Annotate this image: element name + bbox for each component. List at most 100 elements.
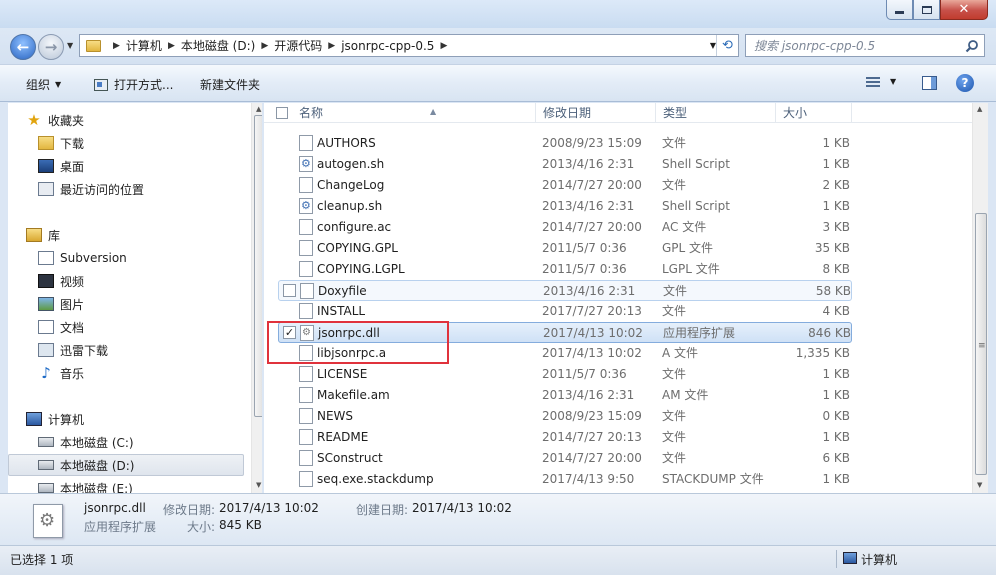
file-date: 2011/5/7 0:36: [542, 262, 627, 276]
file-row[interactable]: NEWS 2008/9/23 15:09 文件 0 KB: [278, 406, 851, 427]
forward-arrow-icon: →: [44, 38, 58, 56]
file-size: 1 KB: [822, 136, 850, 150]
scroll-down-icon[interactable]: ▼: [256, 481, 261, 489]
preview-pane-icon[interactable]: [922, 76, 937, 90]
new-folder-button[interactable]: 新建文件夹: [200, 76, 260, 93]
search-icon[interactable]: [965, 39, 979, 53]
search-input[interactable]: 搜索 jsonrpc-cpp-0.5: [745, 34, 985, 57]
file-type: 应用程序扩展: [663, 326, 736, 340]
chevron-right-icon[interactable]: ▶: [168, 41, 175, 51]
nav-music[interactable]: ♪ 音乐: [38, 362, 262, 384]
scroll-down-icon[interactable]: ▼: [977, 481, 982, 489]
file-row[interactable]: configure.ac 2014/7/27 20:00 AC 文件 3 KB: [278, 217, 851, 238]
help-button[interactable]: ?: [956, 74, 974, 92]
file-list-scrollbar[interactable]: ▲ ≡ ▼: [972, 103, 988, 493]
address-bar[interactable]: ▶ 计算机 ▶ 本地磁盘 (D:) ▶ 开源代码 ▶ jsonrpc-cpp-0…: [79, 34, 739, 57]
xunlei-download-icon: [38, 343, 54, 357]
file-date: 2008/9/23 15:09: [542, 136, 642, 150]
row-checkbox[interactable]: [283, 284, 296, 297]
nav-xunlei-downloads[interactable]: 迅雷下载: [38, 339, 262, 361]
nav-favorites[interactable]: ★ 收藏夹: [26, 109, 262, 131]
file-row[interactable]: INSTALL 2017/7/27 20:13 文件 4 KB: [278, 301, 851, 322]
chevron-right-icon[interactable]: ▶: [113, 41, 120, 51]
nav-recent-places[interactable]: 最近访问的位置: [38, 178, 262, 200]
nav-drive-c[interactable]: 本地磁盘 (C:): [38, 431, 262, 453]
file-row[interactable]: README 2014/7/27 20:13 文件 1 KB: [278, 427, 851, 448]
nav-subversion[interactable]: Subversion: [38, 247, 262, 269]
breadcrumb-jsonrpc[interactable]: jsonrpc-cpp-0.5: [341, 39, 434, 53]
column-type[interactable]: 类型: [656, 103, 776, 123]
file-type: Shell Script: [662, 199, 730, 213]
back-arrow-icon: ←: [16, 38, 30, 56]
file-row[interactable]: Doxyfile 2013/4/16 2:31 文件 58 KB: [278, 280, 852, 301]
scrollbar-thumb[interactable]: [254, 115, 262, 417]
chevron-right-icon[interactable]: ▶: [261, 41, 268, 51]
maximize-button[interactable]: [913, 0, 940, 20]
file-row[interactable]: seq.exe.stackdump 2017/4/13 9:50 STACKDUMP…: [278, 469, 851, 490]
breadcrumb-computer[interactable]: 计算机: [126, 37, 162, 54]
nav-drive-d[interactable]: 本地磁盘 (D:): [8, 454, 244, 476]
column-size[interactable]: 大小: [776, 103, 852, 123]
file-row[interactable]: cleanup.sh 2013/4/16 2:31 Shell Script 1 KB: [278, 196, 851, 217]
nav-pane-scrollbar[interactable]: ▲ ▼: [251, 103, 262, 493]
open-with-label: 打开方式...: [114, 78, 174, 92]
file-icon: [299, 345, 313, 361]
change-view-icon[interactable]: [866, 77, 880, 89]
file-type: LGPL 文件: [662, 262, 720, 276]
column-date[interactable]: 修改日期: [536, 103, 656, 123]
open-with-button[interactable]: 打开方式...: [94, 76, 173, 93]
nav-libraries[interactable]: 库: [26, 224, 262, 246]
back-button[interactable]: ←: [10, 34, 36, 60]
nav-label: 图片: [60, 297, 85, 312]
file-size: 1,335 KB: [795, 346, 850, 360]
command-bar: 组织 ▼ 打开方式... 新建文件夹 ▼ ?: [0, 64, 996, 102]
file-name: README: [317, 430, 369, 444]
scroll-up-icon[interactable]: ▲: [977, 105, 982, 113]
organize-button[interactable]: 组织 ▼: [26, 76, 61, 93]
nav-desktop[interactable]: 桌面: [38, 155, 262, 177]
nav-computer[interactable]: 计算机: [26, 408, 262, 430]
recent-pages-dropdown[interactable]: ▼: [67, 41, 73, 50]
scroll-up-icon[interactable]: ▲: [256, 105, 261, 113]
nav-drive-e[interactable]: 本地磁盘 (E:): [38, 477, 262, 493]
nav-label: 视频: [60, 274, 85, 289]
file-row[interactable]: ChangeLog 2014/7/27 20:00 文件 2 KB: [278, 175, 851, 196]
file-name: jsonrpc.dll: [318, 326, 380, 340]
row-checkbox[interactable]: ✓: [283, 326, 296, 339]
nav-documents[interactable]: 文档: [38, 316, 262, 338]
file-row[interactable]: Makefile.am 2013/4/16 2:31 AM 文件 1 KB: [278, 385, 851, 406]
file-row[interactable]: AUTHORS 2008/9/23 15:09 文件 1 KB: [278, 133, 851, 154]
file-size: 3 KB: [822, 220, 850, 234]
minimize-button[interactable]: [886, 0, 913, 20]
file-row[interactable]: autogen.sh 2013/4/16 2:31 Shell Script 1 KB: [278, 154, 851, 175]
nav-pictures[interactable]: 图片: [38, 293, 262, 315]
refresh-button[interactable]: ⟲: [716, 35, 738, 56]
nav-label: 收藏夹: [48, 113, 85, 128]
view-options-dropdown[interactable]: ▼: [890, 77, 896, 86]
file-name: libjsonrpc.a: [317, 346, 387, 360]
chevron-right-icon[interactable]: ▶: [328, 41, 335, 51]
file-row[interactable]: COPYING.GPL 2011/5/7 0:36 GPL 文件 35 KB: [278, 238, 851, 259]
file-date: 2014/7/27 20:00: [542, 178, 642, 192]
close-icon: ✕: [958, 2, 970, 17]
nav-downloads[interactable]: 下载: [38, 132, 262, 154]
forward-button[interactable]: →: [38, 34, 64, 60]
libraries-icon: [26, 228, 42, 242]
help-icon: ?: [961, 76, 969, 90]
file-row[interactable]: ✓ jsonrpc.dll 2017/4/13 10:02 应用程序扩展 846 KB: [278, 322, 852, 343]
chevron-right-icon[interactable]: ▶: [440, 41, 447, 51]
close-button[interactable]: ✕: [940, 0, 988, 20]
refresh-icon: ⟲: [722, 38, 733, 53]
drive-e-icon: [38, 483, 54, 493]
file-icon: [299, 366, 313, 382]
file-row[interactable]: libjsonrpc.a 2017/4/13 10:02 A 文件 1,335 KB: [278, 343, 851, 364]
column-name[interactable]: 名称 ▲: [292, 103, 536, 123]
file-row[interactable]: COPYING.LGPL 2011/5/7 0:36 LGPL 文件 8 KB: [278, 259, 851, 280]
breadcrumb-open-source[interactable]: 开源代码: [274, 37, 322, 54]
nav-label: 最近访问的位置: [60, 182, 145, 197]
select-all-checkbox[interactable]: [276, 107, 288, 119]
file-row[interactable]: LICENSE 2011/5/7 0:36 文件 1 KB: [278, 364, 851, 385]
nav-videos[interactable]: 视频: [38, 270, 262, 292]
file-row[interactable]: SConstruct 2014/7/27 20:00 文件 6 KB: [278, 448, 851, 469]
breadcrumb-drive-d[interactable]: 本地磁盘 (D:): [181, 37, 255, 54]
